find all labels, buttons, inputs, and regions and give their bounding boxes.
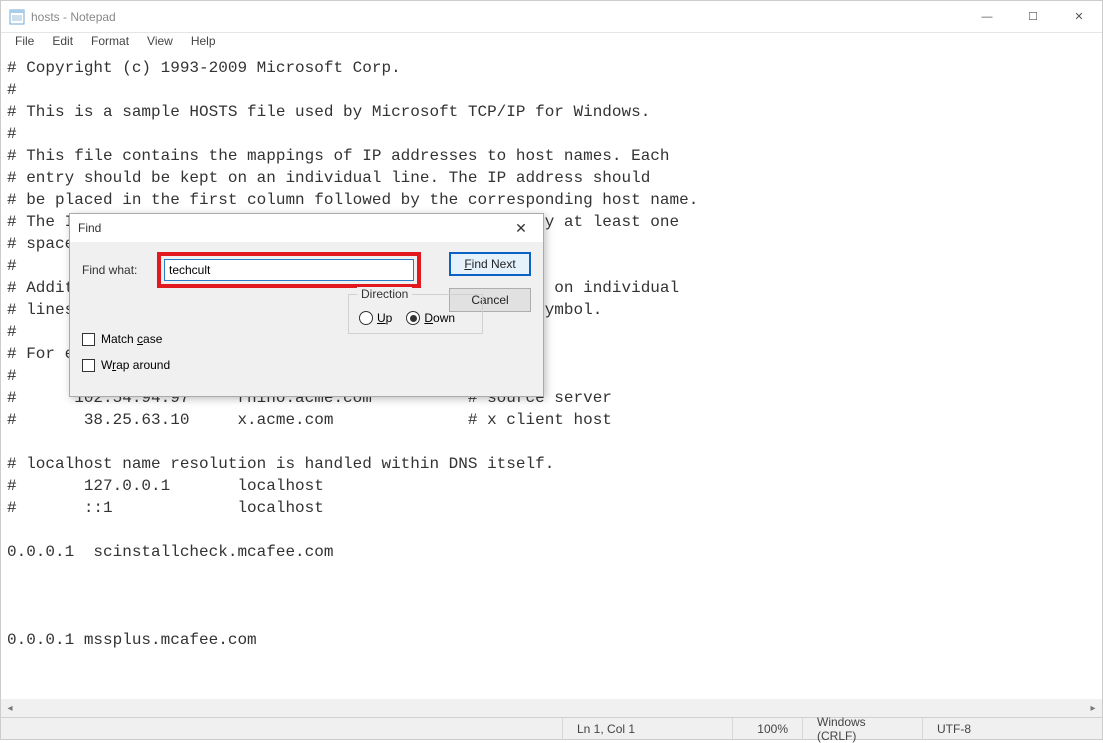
statusbar: Ln 1, Col 1 100% Windows (CRLF) UTF-8 — [1, 717, 1102, 739]
maximize-button[interactable]: ☐ — [1010, 1, 1056, 32]
status-encoding: UTF-8 — [922, 718, 1102, 739]
menu-view[interactable]: View — [139, 32, 181, 50]
find-what-label: Find what: — [82, 263, 157, 277]
find-what-input[interactable] — [164, 259, 414, 281]
find-next-label-rest: ind Next — [472, 257, 516, 271]
menubar: File Edit Format View Help — [1, 33, 1102, 53]
scroll-right-arrow-icon[interactable]: ▸ — [1084, 699, 1102, 717]
close-button[interactable]: ✕ — [1056, 1, 1102, 32]
window-controls: — ☐ ✕ — [964, 1, 1102, 32]
find-next-button[interactable]: Find Next — [449, 252, 531, 276]
minimize-button[interactable]: — — [964, 1, 1010, 32]
status-position: Ln 1, Col 1 — [562, 718, 732, 739]
direction-up-radio[interactable]: Up — [359, 311, 392, 325]
menu-file[interactable]: File — [7, 32, 42, 50]
status-zoom: 100% — [732, 718, 802, 739]
find-dialog: Find ✕ Find what: Find Next Cancel Direc… — [69, 213, 544, 397]
find-dialog-title: Find — [78, 221, 507, 235]
menu-help[interactable]: Help — [183, 32, 224, 50]
wrap-around-checkbox[interactable]: Wrap around — [82, 358, 170, 372]
find-dialog-titlebar: Find ✕ — [70, 214, 543, 242]
direction-down-radio[interactable]: Down — [406, 311, 455, 325]
window-titlebar: hosts - Notepad — ☐ ✕ — [1, 1, 1102, 33]
match-case-checkbox[interactable]: Match case — [82, 332, 170, 346]
direction-group: Direction Up Down — [348, 294, 483, 334]
horizontal-scrollbar[interactable]: ◂ ▸ — [1, 699, 1102, 717]
notepad-icon — [9, 9, 25, 25]
menu-edit[interactable]: Edit — [44, 32, 81, 50]
window-title: hosts - Notepad — [31, 10, 964, 24]
find-input-highlight — [157, 252, 421, 288]
scroll-left-arrow-icon[interactable]: ◂ — [1, 699, 19, 717]
status-eol: Windows (CRLF) — [802, 718, 922, 739]
menu-format[interactable]: Format — [83, 32, 137, 50]
find-dialog-close-button[interactable]: ✕ — [507, 220, 535, 237]
direction-legend: Direction — [357, 287, 412, 301]
